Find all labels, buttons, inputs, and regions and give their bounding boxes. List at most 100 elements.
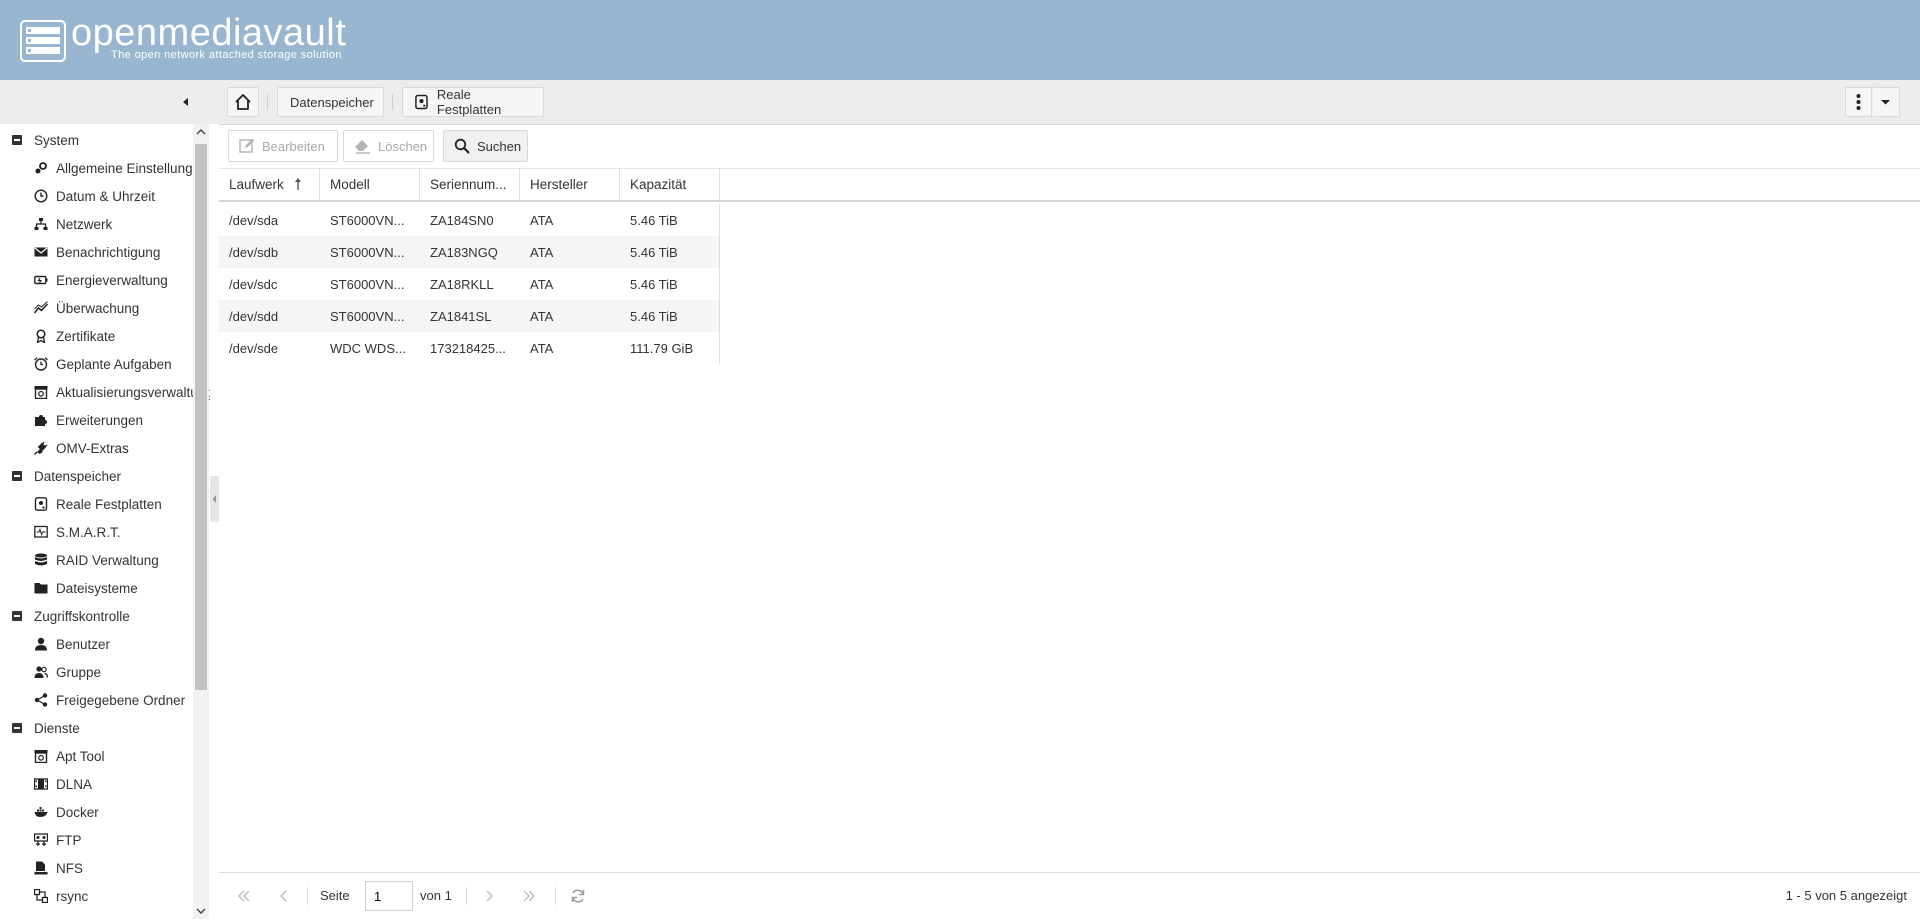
breadcrumb-separator — [267, 94, 268, 110]
refresh-button[interactable] — [569, 887, 587, 905]
sidebar-splitter[interactable] — [210, 124, 219, 919]
sidebar-item-docker[interactable]: Docker — [0, 798, 193, 826]
chart-line-icon — [34, 301, 48, 315]
scroll-up-icon[interactable] — [193, 124, 209, 140]
sidebar-item-benutzer[interactable]: Benutzer — [0, 630, 193, 658]
sidebar-item-netzwerk[interactable]: Netzwerk — [0, 210, 193, 238]
sidebar-item-label: RAID Verwaltung — [56, 552, 159, 568]
sidebar-item-label: Netzwerk — [56, 216, 113, 232]
cell-laufwerk: /dev/sdd — [229, 308, 279, 324]
cell-modell: ST6000VN... — [330, 212, 405, 228]
column-header-hersteller[interactable]: Hersteller — [520, 168, 620, 200]
monitor-icon — [34, 525, 48, 539]
dropdown-button[interactable] — [1873, 87, 1900, 117]
folder-icon — [34, 581, 48, 595]
sidebar-item-reale-festplatten[interactable]: Reale Festplatten — [0, 490, 193, 518]
home-button[interactable] — [227, 87, 259, 117]
next-page-button[interactable] — [480, 887, 498, 905]
column-header-kapazitaet[interactable]: Kapazität — [620, 168, 720, 200]
table-row[interactable]: /dev/sdd ST6000VN... ZA1841SL ATA 5.46 T… — [219, 300, 720, 332]
search-icon — [454, 138, 470, 154]
eraser-icon — [354, 138, 371, 154]
sort-ascending-icon — [294, 178, 301, 190]
last-page-button[interactable] — [520, 887, 538, 905]
chevron-down-icon — [1881, 100, 1890, 105]
puzzle-icon — [34, 413, 48, 427]
sidebar-item-raid-verwaltung[interactable]: RAID Verwaltung — [0, 546, 193, 574]
sidebar-item-apt-tool[interactable]: Apt Tool — [0, 742, 193, 770]
table-row[interactable]: /dev/sde WDC WDS... 173218425... ATA 111… — [219, 332, 720, 364]
previous-page-button[interactable] — [275, 887, 293, 905]
delete-button-label: Löschen — [378, 138, 428, 154]
breadcrumb-bar: Datenspeicher Reale Festplatten — [0, 80, 1920, 125]
scroll-down-icon[interactable] — [193, 903, 209, 919]
sidebar-item-geplante-aufgaben[interactable]: Geplante Aufgaben — [0, 350, 193, 378]
sidebar-item-zertifikate[interactable]: Zertifikate — [0, 322, 193, 350]
sidebar-scrollbar[interactable] — [193, 124, 209, 919]
main-panel: Bearbeiten Löschen Suchen Laufwerk Model… — [219, 124, 1920, 920]
column-header-label: Kapazität — [630, 176, 687, 192]
collapse-sidebar-icon[interactable] — [176, 92, 196, 112]
breadcrumb-label: Reale Festplatten — [436, 87, 502, 117]
sidebar-item-nfs[interactable]: NFS — [0, 854, 193, 882]
delete-button[interactable]: Löschen — [343, 130, 434, 162]
column-header-seriennummer[interactable]: Seriennum... — [420, 168, 520, 200]
more-menu-button[interactable] — [1845, 87, 1872, 117]
column-header-label: Modell — [330, 176, 370, 192]
table-row[interactable]: /dev/sda ST6000VN... ZA184SN0 ATA 5.46 T… — [219, 204, 720, 236]
scrollbar-thumb[interactable] — [195, 144, 207, 690]
table-row[interactable]: /dev/sdb ST6000VN... ZA183NGQ ATA 5.46 T… — [219, 236, 720, 268]
sidebar-item-aktualisierungsverwaltung[interactable]: Aktualisierungsverwaltung — [0, 378, 210, 406]
splitter-collapse-handle[interactable] — [210, 476, 219, 522]
cell-hersteller: ATA — [530, 308, 554, 324]
package-update-icon — [34, 385, 48, 399]
cell-laufwerk: /dev/sdc — [229, 276, 278, 292]
collapse-icon — [12, 611, 22, 621]
database-icon — [34, 553, 48, 567]
cell-seriennummer: ZA1841SL — [430, 308, 492, 324]
sidebar-item-label: Geplante Aufgaben — [56, 356, 172, 372]
nav-group-system[interactable]: System — [0, 126, 193, 154]
cell-kapazitaet: 5.46 TiB — [620, 300, 720, 332]
kebab-icon — [1856, 94, 1861, 110]
sidebar-item-rsync[interactable]: rsync — [0, 882, 193, 910]
sidebar-item-allgemeine-einstellungen[interactable]: Allgemeine Einstellungen — [0, 154, 208, 182]
search-button[interactable]: Suchen — [443, 130, 528, 162]
table-row[interactable]: /dev/sdc ST6000VN... ZA18RKLL ATA 5.46 T… — [219, 268, 720, 300]
column-header-laufwerk[interactable]: Laufwerk — [219, 168, 320, 200]
sidebar-item-dlna[interactable]: DLNA — [0, 770, 193, 798]
film-icon — [34, 777, 48, 791]
sidebar-item-benachrichtigung[interactable]: Benachrichtigung — [0, 238, 193, 266]
sidebar-item-energieverwaltung[interactable]: Energieverwaltung — [0, 266, 193, 294]
sidebar-item-gruppe[interactable]: Gruppe — [0, 658, 193, 686]
sidebar-item-dateisysteme[interactable]: Dateisysteme — [0, 574, 193, 602]
edit-button[interactable]: Bearbeiten — [228, 130, 338, 162]
sidebar-item-label: Erweiterungen — [56, 412, 144, 428]
sidebar-item-freigegebene-ordner[interactable]: Freigegebene Ordner — [0, 686, 193, 714]
nav-group-zugriffskontrolle[interactable]: Zugriffskontrolle — [0, 602, 193, 630]
nav-group-dienste[interactable]: Dienste — [0, 714, 193, 742]
alarm-clock-icon — [34, 357, 48, 371]
chevron-right-icon — [486, 890, 493, 902]
harddisk-icon — [34, 497, 48, 511]
sidebar-item-datum-uhrzeit[interactable]: Datum & Uhrzeit — [0, 182, 193, 210]
sidebar-item-omv-extras[interactable]: OMV-Extras — [0, 434, 193, 462]
first-page-button[interactable] — [235, 887, 253, 905]
cell-hersteller: ATA — [530, 244, 554, 260]
sidebar-item-erweiterungen[interactable]: Erweiterungen — [0, 406, 193, 434]
sidebar-item-ueberwachung[interactable]: Überwachung — [0, 294, 193, 322]
nav-group-datenspeicher[interactable]: Datenspeicher — [0, 462, 193, 490]
grid-toolbar: Bearbeiten Löschen Suchen — [219, 124, 1920, 169]
sidebar-item-label: Zertifikate — [56, 328, 116, 344]
sidebar-item-label: OMV-Extras — [56, 440, 129, 456]
breadcrumb-datenspeicher[interactable]: Datenspeicher — [277, 87, 384, 117]
cell-seriennummer: ZA18RKLL — [430, 276, 494, 292]
sidebar-item-smart[interactable]: S.M.A.R.T. — [0, 518, 193, 546]
breadcrumb-reale-festplatten[interactable]: Reale Festplatten — [402, 87, 544, 117]
sidebar-item-label: rsync — [56, 888, 89, 904]
double-chevron-left-icon — [238, 890, 250, 902]
sidebar-item-ftp[interactable]: FTP — [0, 826, 193, 854]
column-header-modell[interactable]: Modell — [320, 168, 420, 200]
page-label: Seite — [320, 888, 350, 903]
page-number-input[interactable] — [365, 881, 413, 911]
